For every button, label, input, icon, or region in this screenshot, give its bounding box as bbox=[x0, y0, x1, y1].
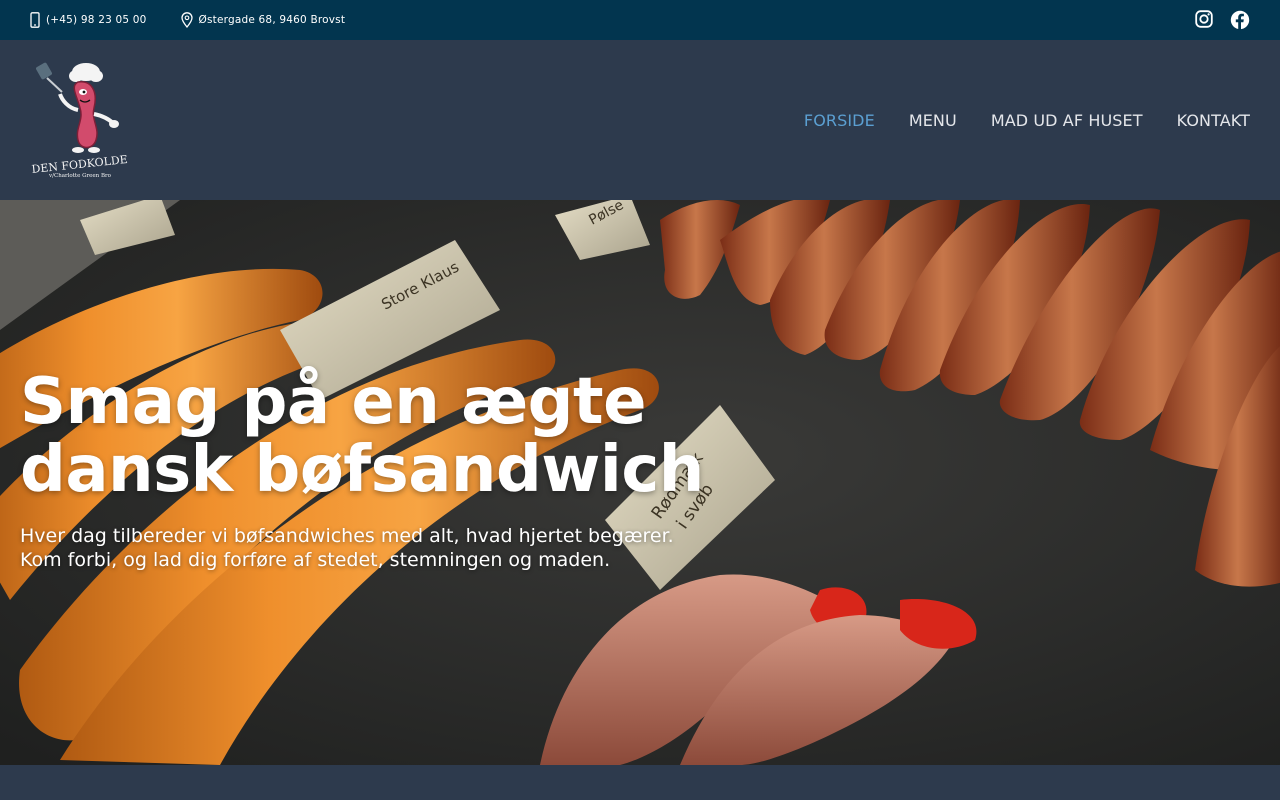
main-navigation: FORSIDE MENU MAD UD AF HUSET KONTAKT bbox=[770, 40, 1250, 200]
nav-item-menu[interactable]: MENU bbox=[909, 111, 957, 130]
fork-icon bbox=[36, 62, 63, 93]
hero-banner: Store Klaus Pølse Rødmæk i svøb Smag på … bbox=[0, 200, 1280, 765]
site-header: DEN FODKOLDE v/Charlotte Green Bro FORSI… bbox=[0, 40, 1280, 200]
phone-number: (+45) 98 23 05 00 bbox=[46, 14, 147, 26]
top-bar: (+45) 98 23 05 00 Østergade 68, 9460 Bro… bbox=[0, 0, 1280, 40]
mobile-phone-icon bbox=[30, 12, 40, 28]
hero-description-line-1: Hver dag tilbereder vi bøfsandwiches med… bbox=[20, 525, 674, 547]
address-text: Østergade 68, 9460 Brovst bbox=[198, 14, 346, 26]
contact-info: (+45) 98 23 05 00 Østergade 68, 9460 Bro… bbox=[30, 12, 345, 28]
site-logo[interactable]: DEN FODKOLDE v/Charlotte Green Bro bbox=[28, 58, 132, 180]
phone-contact[interactable]: (+45) 98 23 05 00 bbox=[30, 12, 147, 28]
hero-title: Smag på en ægte dansk bøfsandwich bbox=[20, 365, 704, 507]
social-links bbox=[1195, 10, 1250, 30]
nav-item-forside[interactable]: FORSIDE bbox=[804, 111, 875, 130]
hero-description-line-2: Kom forbi, og lad dig forføre af stedet,… bbox=[20, 549, 611, 571]
facebook-icon[interactable] bbox=[1230, 10, 1250, 30]
address-contact[interactable]: Østergade 68, 9460 Brovst bbox=[180, 12, 346, 28]
nav-item-mad-ud-af-huset[interactable]: MAD UD AF HUSET bbox=[991, 111, 1143, 130]
map-pin-icon bbox=[180, 12, 193, 28]
nav-item-kontakt[interactable]: KONTAKT bbox=[1177, 111, 1250, 130]
page-bottom-strip bbox=[0, 765, 1280, 800]
svg-text:v/Charlotte Green Bro: v/Charlotte Green Bro bbox=[48, 173, 112, 179]
hero-description: Hver dag tilbereder vi bøfsandwiches med… bbox=[20, 524, 720, 572]
instagram-icon[interactable] bbox=[1195, 10, 1215, 30]
